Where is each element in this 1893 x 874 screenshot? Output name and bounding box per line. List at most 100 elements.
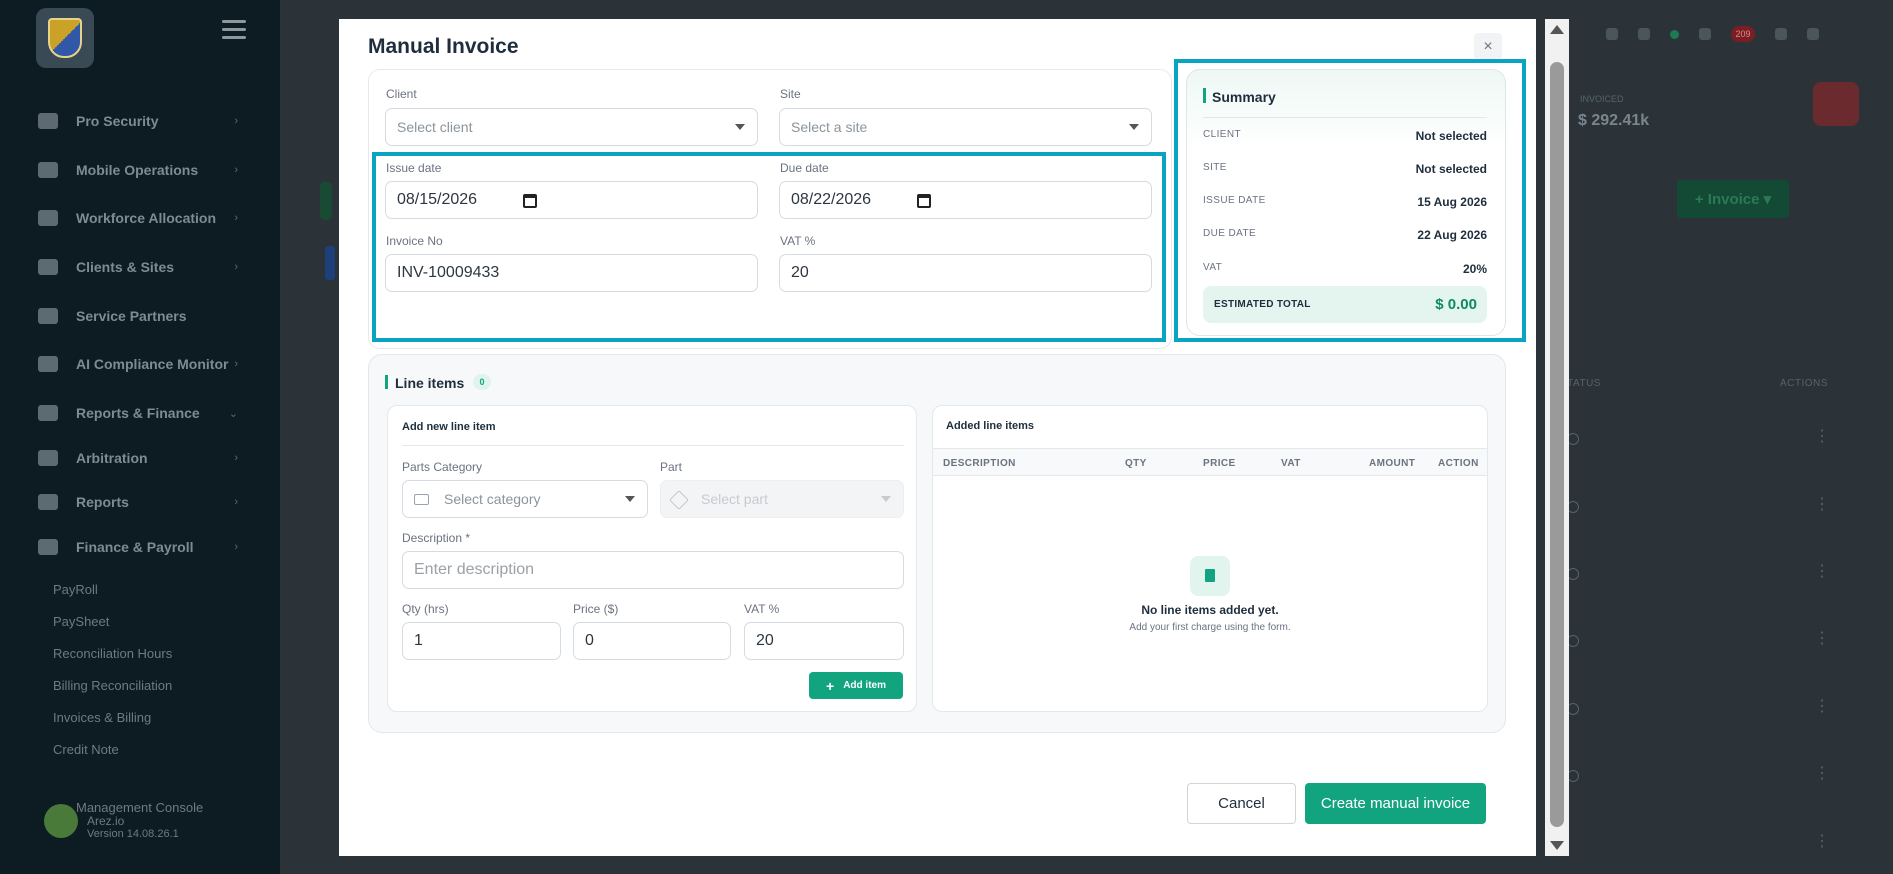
line-vat-label: VAT %	[744, 602, 780, 616]
summary-row-due-date: DUE DATE 22 Aug 2026	[1203, 228, 1487, 242]
sidebar-item-finance-payroll[interactable]: Finance & Payroll ›	[38, 532, 238, 562]
sidebar-item-reports-finance[interactable]: Reports & Finance ⌄	[38, 398, 238, 428]
modal-title: Manual Invoice	[368, 35, 519, 58]
chevron-down-icon: ⌄	[228, 407, 238, 420]
line-items-title: Line items	[395, 375, 465, 391]
sidebar-item-mobile-operations[interactable]: Mobile Operations ›	[38, 155, 238, 185]
chevron-down-icon	[735, 124, 745, 130]
line-vat-input[interactable]: 20	[744, 622, 904, 660]
chevron-right-icon: ›	[234, 541, 238, 553]
empty-state-subtitle: Add your first charge using the form.	[1129, 622, 1291, 633]
sidebar-subitem-credit-note[interactable]: Credit Note	[53, 742, 119, 757]
description-input[interactable]: Enter description	[402, 551, 904, 589]
sidebar-subitem-reconciliation-hours[interactable]: Reconciliation Hours	[53, 646, 172, 661]
estimated-total: ESTIMATED TOTAL $ 0.00	[1203, 286, 1487, 323]
sidebar-item-service-partners[interactable]: Service Partners	[38, 301, 238, 331]
col-qty: QTY	[1125, 458, 1147, 469]
sidebar: Pro Security › Mobile Operations › Workfor…	[0, 0, 280, 874]
price-label: Price ($)	[573, 602, 619, 616]
row-kebab-icon[interactable]: ⋮	[1814, 831, 1830, 851]
row-kebab-icon[interactable]: ⋮	[1814, 561, 1830, 581]
chevron-down-icon	[881, 496, 891, 502]
chevron-right-icon: ›	[234, 358, 238, 370]
kpi-icon	[1813, 82, 1859, 126]
row-kebab-icon[interactable]: ⋮	[1814, 696, 1830, 716]
site-select[interactable]: Select a site	[779, 108, 1152, 146]
scroll-up-arrow-icon[interactable]	[1550, 25, 1564, 34]
plus-icon: +	[826, 677, 835, 694]
chevron-right-icon: ›	[234, 496, 238, 508]
sidebar-item-arbitration[interactable]: Arbitration ›	[38, 443, 238, 473]
bg-tab-chip	[325, 246, 335, 280]
qty-input[interactable]: 1	[402, 622, 561, 660]
add-line-item-title: Add new line item	[402, 421, 496, 433]
col-amount: AMOUNT	[1369, 458, 1416, 469]
sidebar-subitem-payroll[interactable]: PayRoll	[53, 582, 98, 597]
user-icon	[38, 113, 58, 129]
scroll-thumb[interactable]	[1550, 62, 1564, 827]
topbar-icons: 209	[1606, 26, 1819, 42]
sidebar-subitem-invoices-billing[interactable]: Invoices & Billing	[53, 710, 151, 725]
info-icon[interactable]	[1699, 28, 1711, 40]
summary-divider	[1203, 117, 1487, 118]
sidebar-item-clients-sites[interactable]: Clients & Sites ›	[38, 252, 238, 282]
line-items-panel: Line items 0 Add new line item Parts Cat…	[368, 354, 1506, 733]
check-icon[interactable]	[1638, 28, 1650, 40]
sidebar-item-reports[interactable]: Reports ›	[38, 487, 238, 517]
chevron-right-icon: ›	[234, 115, 238, 127]
chevron-down-icon	[625, 496, 635, 502]
gavel-icon	[38, 450, 58, 466]
sidebar-item-ai-compliance-monitor[interactable]: AI Compliance Monitor ›	[38, 349, 238, 379]
summary-row-vat: VAT 20%	[1203, 262, 1487, 276]
chevron-right-icon: ›	[234, 452, 238, 464]
summary-row-issue-date: ISSUE DATE 15 Aug 2026	[1203, 195, 1487, 209]
collapse-sidebar-button[interactable]	[222, 20, 246, 42]
added-line-items-card: Added line items DESCRIPTION QTY PRICE V…	[932, 405, 1488, 712]
price-input[interactable]: 0	[573, 622, 731, 660]
row-kebab-icon[interactable]: ⋮	[1814, 763, 1830, 783]
parts-category-select[interactable]: Select category	[402, 480, 648, 518]
bg-action-chip	[320, 182, 332, 220]
cancel-button[interactable]: Cancel	[1187, 783, 1296, 824]
scroll-down-arrow-icon[interactable]	[1550, 841, 1564, 850]
close-modal-button[interactable]: ×	[1474, 33, 1502, 61]
empty-document-icon	[1190, 556, 1230, 596]
notification-badge[interactable]: 209	[1731, 26, 1755, 42]
shield-logo-icon	[48, 18, 82, 58]
bar-chart-icon	[38, 539, 58, 555]
sidebar-subitem-paysheet[interactable]: PaySheet	[53, 614, 109, 629]
modal-scrollbar[interactable]	[1545, 19, 1569, 856]
sidebar-subitem-billing-reconciliation[interactable]: Billing Reconciliation	[53, 678, 172, 693]
create-manual-invoice-button[interactable]: Create manual invoice	[1305, 783, 1486, 824]
management-console[interactable]: Management Console Arez.io Version 14.08…	[38, 798, 258, 848]
new-invoice-button[interactable]: + Invoice ▾	[1677, 180, 1789, 218]
console-avatar	[44, 804, 78, 838]
chevron-right-icon: ›	[234, 261, 238, 273]
row-kebab-icon[interactable]: ⋮	[1814, 494, 1830, 514]
highlight-dates-box	[372, 152, 1166, 342]
add-item-button[interactable]: + Add item	[809, 672, 903, 699]
client-select[interactable]: Select client	[385, 108, 758, 146]
app-logo[interactable]	[36, 8, 94, 68]
link-icon[interactable]	[1775, 28, 1787, 40]
car-icon	[38, 162, 58, 178]
search-icon[interactable]	[1606, 28, 1618, 40]
site-label: Site	[780, 87, 801, 101]
row-kebab-icon[interactable]: ⋮	[1814, 628, 1830, 648]
folder-icon	[414, 494, 429, 505]
row-kebab-icon[interactable]: ⋮	[1814, 426, 1830, 446]
sidebar-item-pro-security[interactable]: Pro Security ›	[38, 106, 238, 136]
summary-title: Summary	[1212, 89, 1276, 105]
divider	[402, 445, 904, 446]
line-items-count-badge: 0	[473, 374, 491, 390]
col-description: DESCRIPTION	[943, 458, 1016, 469]
list-icon	[38, 210, 58, 226]
summary-row-site: SITE Not selected	[1203, 162, 1487, 176]
leaf-icon[interactable]	[1807, 28, 1819, 40]
cube-icon	[669, 490, 689, 510]
added-line-items-title: Added line items	[946, 420, 1035, 432]
part-select[interactable]: Select part	[660, 480, 904, 518]
chevron-right-icon: ›	[234, 164, 238, 176]
col-action: ACTION	[1438, 458, 1479, 469]
sidebar-item-workforce-allocation[interactable]: Workforce Allocation ›	[38, 203, 238, 233]
